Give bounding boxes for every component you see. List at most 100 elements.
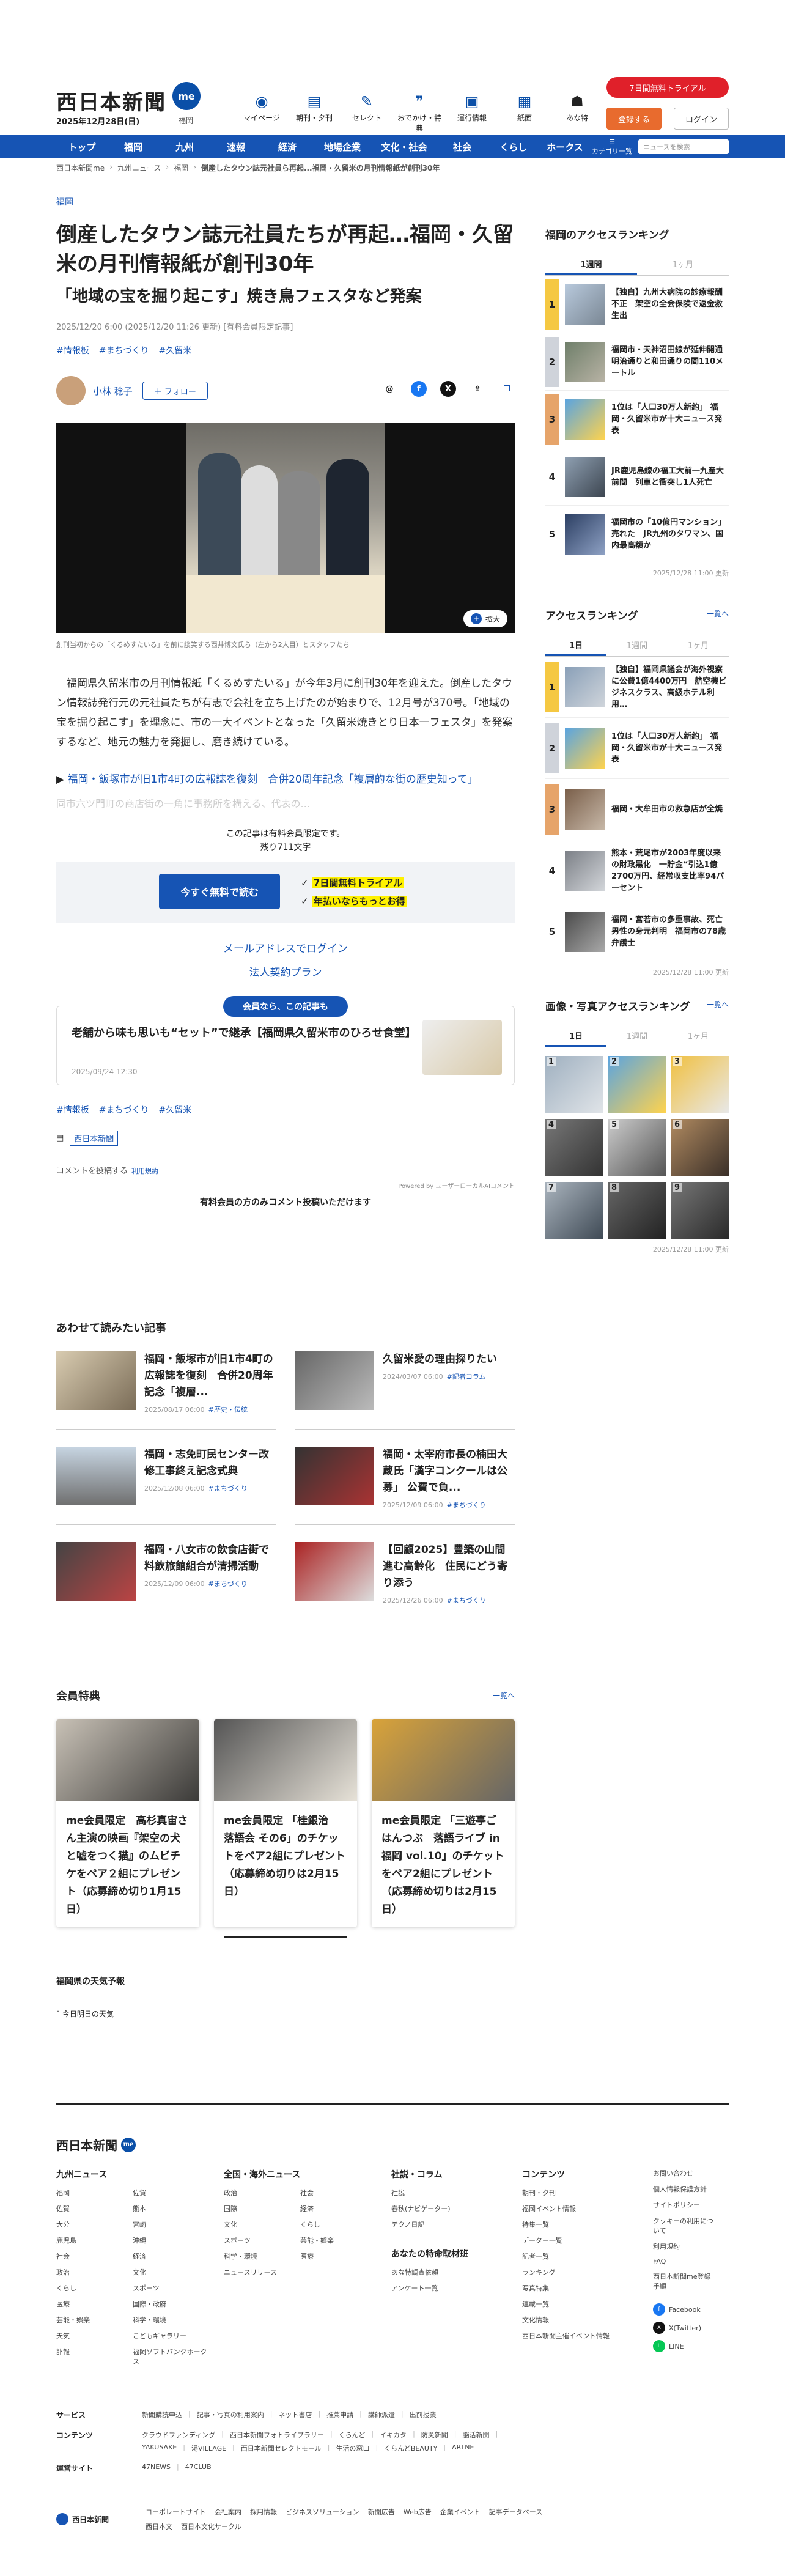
footer-link[interactable]: サイトポリシー bbox=[653, 2200, 714, 2210]
tag-link[interactable]: #情報板 bbox=[56, 344, 89, 356]
footer-link[interactable]: 講師派遣 bbox=[368, 2410, 395, 2420]
tab-month[interactable]: 1ヶ月 bbox=[668, 1027, 729, 1047]
x-link[interactable]: X X(Twitter) bbox=[653, 2322, 714, 2334]
footer-link[interactable]: 社会 bbox=[56, 2251, 133, 2261]
list-item-tag[interactable]: #まちづくり bbox=[447, 1501, 486, 1509]
photo-rank-cell[interactable]: 6 bbox=[671, 1119, 729, 1176]
footer-link[interactable]: 記事・写真の利用案内 bbox=[197, 2410, 264, 2420]
footer-link[interactable]: 大分 bbox=[56, 2220, 133, 2229]
footer-link[interactable]: 防災新聞 bbox=[421, 2430, 448, 2440]
publisher-name[interactable]: 西日本新聞 bbox=[70, 1131, 119, 1146]
tab-month[interactable]: 1ヶ月 bbox=[637, 255, 729, 275]
line-link[interactable]: L LINE bbox=[653, 2340, 714, 2352]
tab-week[interactable]: 1週間 bbox=[606, 636, 668, 656]
tag-link[interactable]: #久留米 bbox=[158, 1104, 191, 1116]
follow-button[interactable]: ＋ フォロー bbox=[142, 382, 208, 400]
nav-breaking[interactable]: 速報 bbox=[210, 141, 262, 153]
email-login-link[interactable]: メールアドレスでログイン bbox=[56, 940, 515, 955]
facebook-link[interactable]: f Facebook bbox=[653, 2303, 714, 2316]
author-name[interactable]: 小林 稔子 bbox=[93, 385, 133, 397]
footer-link[interactable]: 国際 bbox=[224, 2204, 300, 2213]
footer-link[interactable]: こどもギャラリー bbox=[133, 2331, 209, 2341]
footer-link[interactable]: 記者一覧 bbox=[522, 2251, 638, 2261]
list-item[interactable]: 福岡・八女市の飲食店街で料飲旅館組合が清掃活動 2025/12/09 06:00 #… bbox=[56, 1542, 276, 1620]
footer-link[interactable]: 医療 bbox=[56, 2299, 133, 2309]
threads-icon[interactable]: @ bbox=[381, 381, 397, 397]
inline-related-link[interactable]: ▶ 福岡・飯塚市が旧1市4町の広報誌を復刻 合併20周年記念「複層的な街の歴史知… bbox=[56, 770, 515, 786]
ranking-more-link[interactable]: 一覧へ bbox=[707, 608, 729, 619]
paper-edition-link[interactable]: ▤ 朝刊・夕刊 bbox=[292, 90, 336, 133]
footer-link[interactable]: 熊本 bbox=[133, 2204, 209, 2213]
ranking-item[interactable]: 4 熊本・荒尾市が2003年度以来の財政黒化 一貯金“引込1億2700万円、経常収… bbox=[545, 840, 729, 901]
footer-link[interactable]: 推薦申請 bbox=[326, 2410, 353, 2420]
footer-link[interactable]: 西日本新聞フォトライブラリー bbox=[230, 2430, 324, 2440]
footer-link[interactable]: 西日本新聞me登録手順 bbox=[653, 2272, 714, 2291]
footer-link[interactable]: 文化 bbox=[133, 2267, 209, 2277]
footer-link[interactable]: 脳活新聞 bbox=[463, 2430, 490, 2440]
corporate-logo[interactable]: 西日本新聞 bbox=[56, 2507, 109, 2531]
footer-link[interactable]: 社説 bbox=[391, 2188, 507, 2198]
footer-link[interactable]: 記事データベース bbox=[489, 2507, 542, 2517]
footer-link[interactable]: 科学・環境 bbox=[224, 2251, 300, 2261]
breadcrumb-fukuoka[interactable]: 福岡 bbox=[174, 163, 188, 173]
footer-link[interactable]: ARTNE bbox=[452, 2443, 474, 2453]
nav-local-companies[interactable]: 地場企業 bbox=[313, 141, 372, 153]
list-item[interactable]: 【回顧2025】豊築の山間進む高齢化 住民にどう寄り添う 2025/12/26 0… bbox=[295, 1542, 515, 1620]
photo-rank-cell[interactable]: 8 bbox=[608, 1182, 666, 1239]
ranking-item[interactable]: 1 【独自】福岡県議会が海外視察に公費1億4400万円 航空機ビジネスクラス、高級… bbox=[545, 657, 729, 718]
zoom-button[interactable]: + 拡大 bbox=[463, 610, 507, 627]
footer-link[interactable]: ビジネスソリューション bbox=[286, 2507, 359, 2517]
nav-kyushu[interactable]: 九州 bbox=[159, 141, 210, 153]
perks-more-link[interactable]: 一覧へ bbox=[493, 1690, 515, 1700]
footer-link[interactable]: 西日本文 bbox=[146, 2522, 172, 2531]
perk-card[interactable]: me会員限定 高杉真宙さん主演の映画『架空の犬と嘘をつく猫』のムビチケをペア２組… bbox=[56, 1719, 199, 1927]
read-free-button[interactable]: 今すぐ無料で読む bbox=[159, 874, 280, 909]
footer-link[interactable]: 47CLUB bbox=[185, 2463, 212, 2473]
tab-day[interactable]: 1日 bbox=[545, 636, 606, 656]
mypage-link[interactable]: ◉ マイページ bbox=[240, 90, 284, 133]
footer-link[interactable]: 佐賀 bbox=[56, 2204, 133, 2213]
footer-link[interactable]: 新聞購読申込 bbox=[142, 2410, 182, 2420]
search-input[interactable]: ニュースを検索 bbox=[638, 139, 729, 154]
perk-card[interactable]: me会員限定 「桂銀治 落語会 その6」のチケットをペア2組にプレゼント（応募締… bbox=[214, 1719, 357, 1927]
photo-rank-cell[interactable]: 3 bbox=[671, 1056, 729, 1113]
footer-link[interactable]: 政治 bbox=[56, 2267, 133, 2277]
footer-link[interactable]: くらし bbox=[56, 2283, 133, 2293]
footer-link[interactable]: 利用規約 bbox=[653, 2242, 714, 2251]
footer-link[interactable]: クッキーの利用について bbox=[653, 2216, 714, 2235]
list-item[interactable]: 福岡・太宰府市長の楠田大蔵氏「漢字コンクールは公募」 公費で負... 2025/1… bbox=[295, 1447, 515, 1525]
anatoku-link[interactable]: ☗ あな特 bbox=[555, 90, 599, 133]
footer-link[interactable]: 写真特集 bbox=[522, 2283, 638, 2293]
list-item[interactable]: 久留米愛の理由探りたい 2024/03/07 06:00 #記者コラム bbox=[295, 1351, 515, 1430]
footer-link[interactable]: 宮崎 bbox=[133, 2220, 209, 2229]
footer-link[interactable]: 鹿児島 bbox=[56, 2235, 133, 2245]
footer-link[interactable]: 芸能・娯楽 bbox=[300, 2235, 377, 2245]
trial-button[interactable]: 7日間無料トライアル bbox=[606, 77, 729, 98]
photo-rank-cell[interactable]: 4 bbox=[545, 1119, 603, 1176]
ranking-item[interactable]: 5 福岡・宮若市の多重事故、死亡男性の身元判明 福岡市の78歳弁護士 bbox=[545, 901, 729, 962]
photo-rank-cell[interactable]: 2 bbox=[608, 1056, 666, 1113]
footer-link[interactable]: 企業イベント bbox=[440, 2507, 481, 2517]
ranking-item[interactable]: 5 福岡市の「10億円マンション」売れた JR九州のタワマン、国内最高額か bbox=[545, 506, 729, 563]
footer-link[interactable]: クラウドファンディング bbox=[142, 2430, 215, 2440]
weather-toggle[interactable]: ˅ 今日明日の天気 bbox=[56, 2009, 729, 2019]
footer-link[interactable]: 西日本文化サークル bbox=[181, 2522, 241, 2531]
footer-link[interactable]: 福岡ソフトバンクホークス bbox=[133, 2347, 209, 2366]
footer-link[interactable]: 朝刊・夕刊 bbox=[522, 2188, 638, 2198]
footer-link[interactable]: 春秋(ナビゲーター) bbox=[391, 2204, 507, 2213]
footer-link[interactable]: FAQ bbox=[653, 2257, 714, 2265]
tab-month[interactable]: 1ヶ月 bbox=[668, 636, 729, 656]
footer-link[interactable]: 佐賀 bbox=[133, 2188, 209, 2198]
footer-link[interactable]: くらし bbox=[300, 2220, 377, 2229]
nav-top[interactable]: トップ bbox=[56, 141, 108, 153]
list-item-tag[interactable]: #記者コラム bbox=[447, 1373, 486, 1381]
me-badge[interactable]: me bbox=[172, 82, 201, 110]
nav-life[interactable]: くらし bbox=[488, 141, 539, 153]
footer-link[interactable]: 文化 bbox=[224, 2220, 300, 2229]
footer-link[interactable]: 生活の窓口 bbox=[336, 2443, 369, 2453]
train-info-link[interactable]: ▣ 運行情報 bbox=[450, 90, 494, 133]
footer-link[interactable]: くらんどBEAUTY bbox=[384, 2443, 437, 2453]
ranking-item[interactable]: 4 JR鹿児島線の福工大前一九産大前間 列車と衝突し1人死亡 bbox=[545, 448, 729, 506]
footer-link[interactable]: 会社案内 bbox=[215, 2507, 241, 2517]
footer-link[interactable]: Web広告 bbox=[404, 2507, 432, 2517]
